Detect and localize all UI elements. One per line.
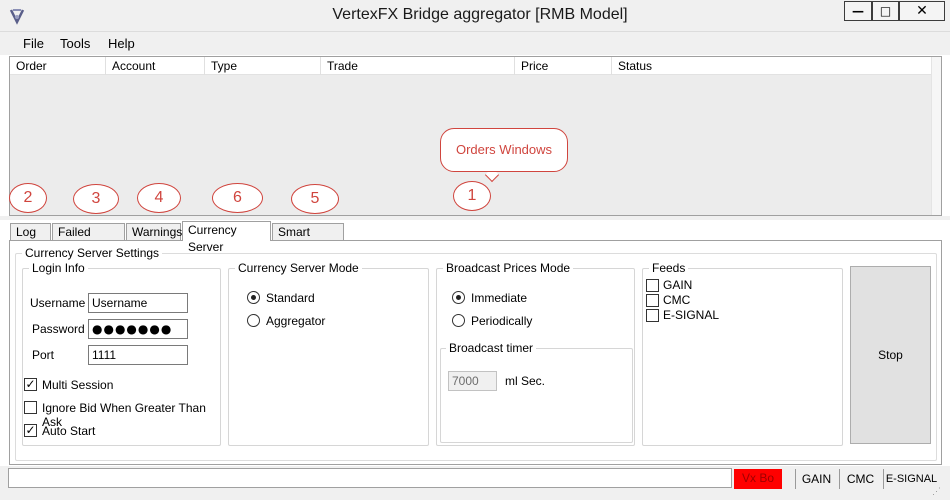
tab-smart-dealer[interactable]: Smart Dealer — [272, 223, 344, 256]
tab-currency-server[interactable]: Currency Server — [182, 221, 271, 254]
badge-3: 3 — [73, 184, 119, 214]
badge-1: 1 — [453, 181, 491, 211]
gain-status: GAIN — [795, 469, 837, 489]
badge-5: 5 — [291, 184, 339, 214]
feeds-group: Feeds GAIN CMC E-SIGNAL — [642, 261, 843, 446]
title-bar: VertexFX Bridge aggregator [RMB Model] —… — [0, 0, 950, 32]
menu-bar: File Tools Help — [0, 32, 950, 55]
multi-session-label: Multi Session — [42, 378, 114, 392]
badge-6: 6 — [212, 183, 263, 213]
e-signal-status: E-SIGNAL — [883, 469, 939, 489]
currency-server-settings-title: Currency Server Settings — [22, 246, 163, 260]
login-info-title: Login Info — [29, 261, 88, 275]
cmc-status: CMC — [839, 469, 881, 489]
cmc-checkbox[interactable] — [646, 294, 659, 307]
status-bar: Vx Bo GAIN CMC E-SIGNAL ⋰ — [0, 466, 950, 500]
column-status[interactable]: Status — [612, 57, 932, 75]
e-signal-checkbox[interactable] — [646, 309, 659, 322]
menu-file[interactable]: File — [23, 36, 44, 51]
gain-label: GAIN — [663, 278, 693, 292]
ignore-bid-checkbox[interactable] — [24, 401, 37, 414]
column-price[interactable]: Price — [515, 57, 612, 75]
currency-server-panel: Currency Server Settings Login Info User… — [9, 240, 942, 465]
aggregator-radio[interactable] — [247, 314, 260, 327]
splitter[interactable] — [0, 216, 950, 220]
tab-log[interactable]: Log — [10, 223, 51, 241]
auto-start-checkbox[interactable]: ✓ — [24, 424, 37, 437]
password-label: Password — [32, 322, 85, 336]
column-account[interactable]: Account — [106, 57, 205, 75]
minimize-button[interactable]: — — [844, 1, 872, 21]
column-trade[interactable]: Trade — [321, 57, 515, 75]
orders-windows-callout: Orders Windows — [440, 128, 568, 172]
timer-unit-label: ml Sec. — [505, 374, 546, 388]
currency-server-mode-group: Currency Server Mode Standard Aggregator — [228, 261, 429, 446]
periodically-label: Periodically — [471, 314, 533, 328]
currency-server-mode-title: Currency Server Mode — [235, 261, 362, 275]
login-info-group: Login Info Username Username Password ●●… — [22, 261, 221, 446]
port-input[interactable]: 1111 — [88, 345, 188, 365]
badge-4: 4 — [137, 183, 181, 213]
column-type[interactable]: Type — [205, 57, 321, 75]
password-input[interactable]: ●●●●●●● — [88, 319, 188, 339]
tab-failed-orders[interactable]: Failed Orders — [52, 223, 125, 256]
menu-tools[interactable]: Tools — [60, 36, 90, 51]
standard-label: Standard — [266, 291, 315, 305]
feeds-title: Feeds — [649, 261, 689, 275]
gain-checkbox[interactable] — [646, 279, 659, 292]
e-signal-label: E-SIGNAL — [663, 308, 720, 322]
immediate-label: Immediate — [471, 291, 528, 305]
stop-button[interactable]: Stop — [850, 266, 931, 444]
vx-bo-indicator: Vx Bo — [734, 469, 782, 489]
tab-warnings[interactable]: Warnings — [126, 223, 182, 241]
broadcast-timer-group: Broadcast timer 7000 ml Sec. — [440, 341, 633, 443]
resize-grip-icon[interactable]: ⋰ — [932, 486, 941, 497]
cmc-label: CMC — [663, 293, 691, 307]
broadcast-timer-input[interactable]: 7000 — [448, 371, 497, 391]
standard-radio[interactable] — [247, 291, 260, 304]
column-order[interactable]: Order — [10, 57, 106, 75]
broadcast-timer-title: Broadcast timer — [446, 341, 537, 355]
aggregator-label: Aggregator — [266, 314, 326, 328]
badge-2: 2 — [9, 183, 47, 213]
username-input[interactable]: Username — [88, 293, 188, 313]
periodically-radio[interactable] — [452, 314, 465, 327]
immediate-radio[interactable] — [452, 291, 465, 304]
broadcast-prices-mode-group: Broadcast Prices Mode Immediate Periodic… — [436, 261, 635, 446]
multi-session-checkbox[interactable]: ✓ — [24, 378, 37, 391]
auto-start-label: Auto Start — [42, 424, 96, 438]
orders-scrollbar[interactable] — [931, 57, 941, 215]
maximize-button[interactable]: □ — [872, 1, 899, 21]
orders-header: Order Account Type Trade Price Status — [10, 57, 932, 75]
port-label: Port — [32, 348, 55, 362]
broadcast-prices-mode-title: Broadcast Prices Mode — [443, 261, 574, 275]
close-button[interactable]: ✕ — [899, 1, 945, 21]
status-message-field — [8, 468, 732, 488]
menu-help[interactable]: Help — [108, 36, 135, 51]
username-label: Username — [30, 296, 86, 310]
window-title: VertexFX Bridge aggregator [RMB Model] — [332, 6, 628, 23]
